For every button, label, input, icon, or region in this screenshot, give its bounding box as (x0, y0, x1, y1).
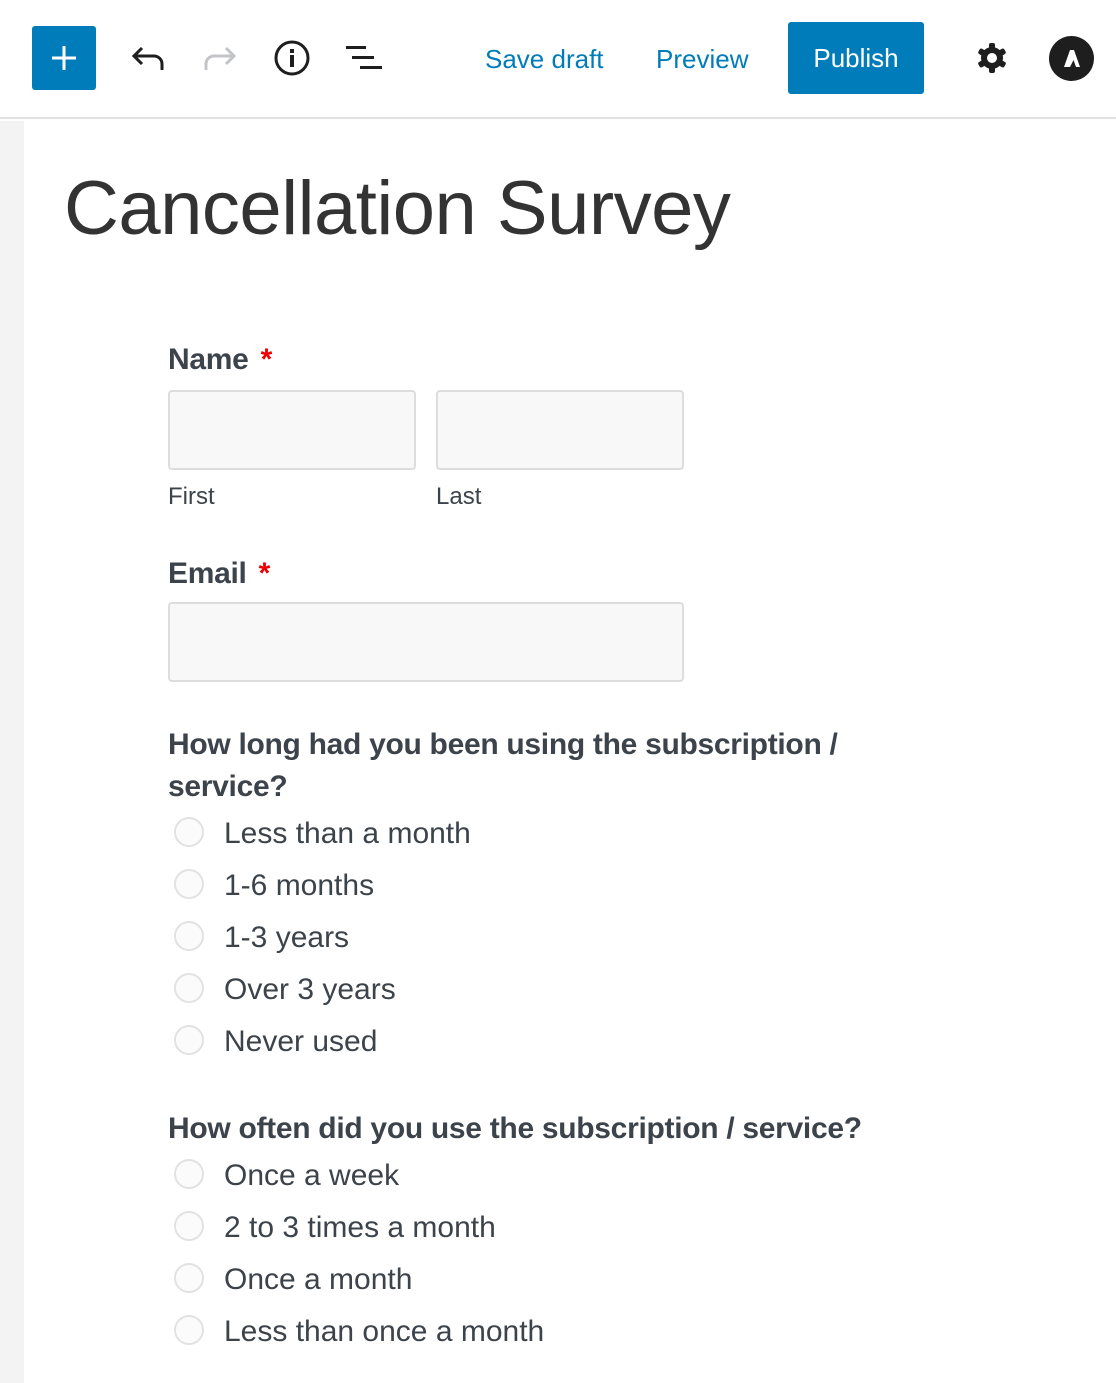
radio-option[interactable]: Less than a month (168, 808, 928, 860)
radio-button[interactable] (174, 817, 204, 847)
option-label: Once a week (224, 1159, 400, 1192)
astra-plugin-button[interactable] (1049, 36, 1094, 81)
required-marker: * (258, 557, 271, 590)
astra-logo-icon (1063, 49, 1080, 67)
radio-button[interactable] (174, 1025, 204, 1055)
redo-button[interactable] (196, 34, 244, 82)
redo-icon (204, 46, 237, 70)
radio-option[interactable]: 1-3 years (168, 912, 928, 964)
radio-option[interactable]: 2 to 3 times a month (168, 1202, 928, 1254)
radio-button[interactable] (174, 1211, 204, 1241)
undo-icon (131, 46, 164, 70)
radio-button[interactable] (174, 1263, 204, 1293)
first-name-sublabel: First (168, 483, 215, 510)
email-field: Email * (168, 554, 928, 682)
first-name-input[interactable] (168, 390, 416, 470)
name-label: Name (168, 343, 249, 376)
save-draft-button[interactable]: Save draft (485, 38, 604, 80)
radio-option[interactable]: Once a week (168, 1150, 928, 1202)
undo-button[interactable] (124, 34, 172, 82)
option-label: Less than once a month (224, 1315, 545, 1348)
radio-button[interactable] (174, 1159, 204, 1189)
email-label: Email (168, 557, 247, 590)
list-view-button[interactable] (340, 34, 388, 82)
radio-option[interactable]: Once a month (168, 1254, 928, 1306)
radio-option[interactable]: 1-6 months (168, 860, 928, 912)
option-label: 1-6 months (224, 869, 375, 902)
radio-option[interactable]: Less than once a month (168, 1306, 928, 1358)
option-label: Once a month (224, 1263, 413, 1296)
page-title[interactable]: Cancellation Survey (64, 164, 731, 254)
editor-toolbar: Save draft Preview Publish (0, 0, 1116, 119)
email-input[interactable] (168, 602, 684, 682)
radio-button[interactable] (174, 1315, 204, 1345)
radio-option[interactable]: Never used (168, 1016, 928, 1068)
radio-button[interactable] (174, 921, 204, 951)
info-icon (274, 40, 310, 76)
list-view-icon (346, 46, 382, 69)
option-label: Less than a month (224, 817, 471, 850)
option-label: Over 3 years (224, 973, 396, 1006)
required-marker: * (260, 343, 273, 376)
option-label: Never used (224, 1025, 378, 1058)
settings-button[interactable] (968, 34, 1016, 82)
option-label: 1-3 years (224, 921, 350, 954)
question-title: How often did you use the subscription /… (168, 1112, 862, 1145)
last-name-sublabel: Last (436, 483, 482, 510)
question-title: How long had you been using the subscrip… (168, 728, 838, 803)
preview-button[interactable]: Preview (656, 38, 748, 80)
radio-button[interactable] (174, 869, 204, 899)
radio-button[interactable] (174, 973, 204, 1003)
details-button[interactable] (268, 34, 316, 82)
name-field: Name * First Last (168, 340, 928, 512)
question-usage-duration: How long had you been using the subscrip… (168, 724, 928, 1068)
gear-icon (978, 43, 1006, 73)
add-block-button[interactable] (32, 26, 96, 90)
question-usage-frequency: How often did you use the subscription /… (168, 1108, 928, 1358)
plus-icon (52, 46, 76, 70)
option-label: 2 to 3 times a month (224, 1211, 496, 1244)
last-name-input[interactable] (436, 390, 684, 470)
editor-gutter (0, 121, 24, 1383)
radio-option[interactable]: Over 3 years (168, 964, 928, 1016)
publish-button[interactable]: Publish (788, 22, 924, 94)
survey-form: Name * First Last Email * How long had y… (168, 340, 928, 1358)
